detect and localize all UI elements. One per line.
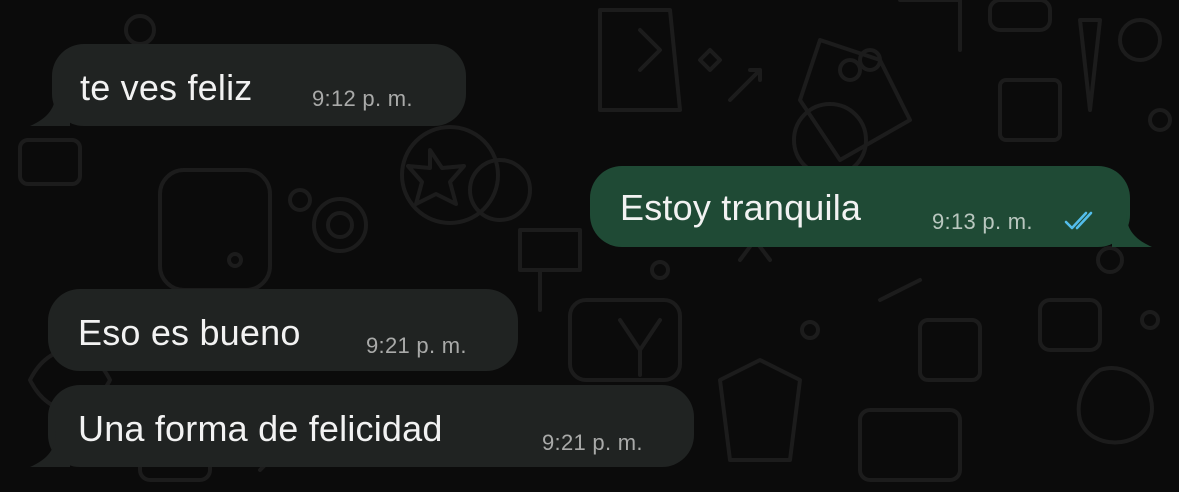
message-timestamp: 9:21 p. m.	[542, 430, 643, 455]
message-bubble-outgoing[interactable]: Estoy tranquila 9:13 p. m.	[590, 166, 1152, 247]
message-text: Estoy tranquila	[620, 187, 862, 228]
message-text: Eso es bueno	[78, 312, 301, 353]
message-bubble-incoming[interactable]: Una forma de felicidad 9:21 p. m.	[30, 385, 694, 467]
double-check-icon	[1064, 211, 1093, 230]
message-text: Una forma de felicidad	[78, 408, 443, 449]
bubble-tail	[30, 431, 70, 467]
message-timestamp: 9:12 p. m.	[312, 86, 413, 111]
message-text: te ves feliz	[80, 67, 253, 108]
message-timestamp: 9:21 p. m.	[366, 333, 467, 358]
message-bubble-incoming[interactable]: Eso es bueno 9:21 p. m.	[48, 289, 518, 371]
message-timestamp: 9:13 p. m.	[932, 209, 1033, 234]
message-bubble-incoming[interactable]: te ves feliz 9:12 p. m.	[30, 44, 466, 126]
bubble-tail	[1112, 211, 1152, 247]
bubble-tail	[30, 90, 70, 126]
